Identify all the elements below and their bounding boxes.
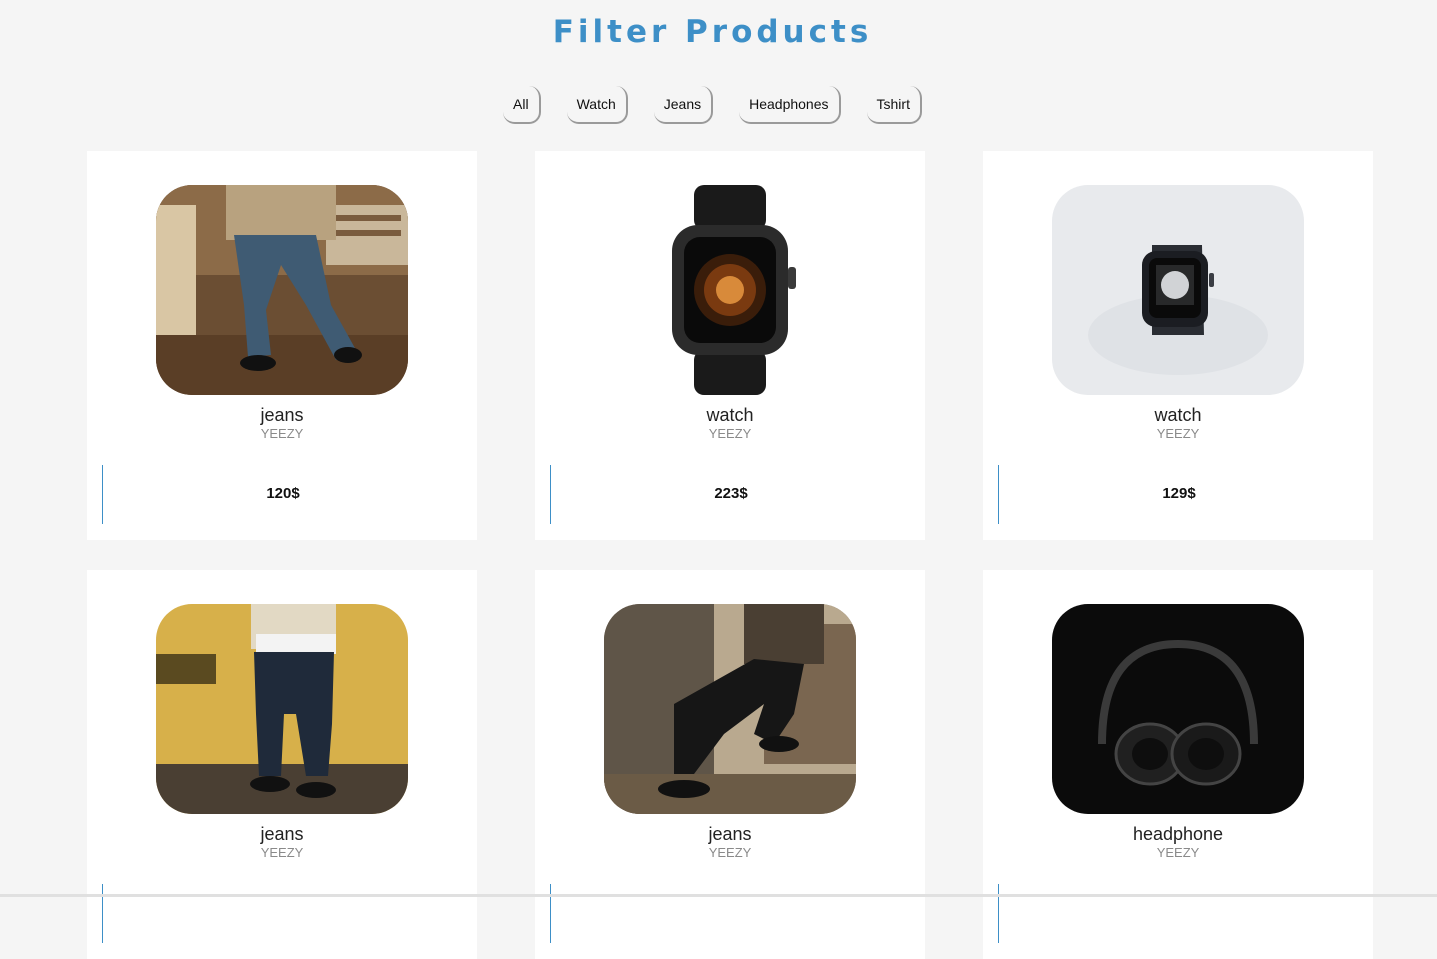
product-image <box>156 185 408 395</box>
product-name: jeans <box>708 824 752 844</box>
page-title: Filter Products <box>552 14 873 50</box>
price-section <box>102 884 463 943</box>
filter-headphones-button[interactable]: Headphones <box>739 86 841 124</box>
filter-watch-button[interactable]: Watch <box>566 86 628 124</box>
price-section <box>998 884 1359 943</box>
product-price: 129$ <box>1162 485 1196 502</box>
product-name: watch <box>1154 405 1202 425</box>
price-section <box>550 884 911 943</box>
product-card[interactable]: watch YEEZY 223$ <box>535 151 925 540</box>
product-card[interactable]: headphone YEEZY <box>983 570 1373 959</box>
product-card[interactable]: jeans YEEZY <box>87 570 477 959</box>
product-brand: YEEZY <box>708 426 752 441</box>
product-image <box>1052 604 1304 814</box>
product-brand: YEEZY <box>1156 426 1200 441</box>
product-card[interactable]: watch YEEZY 129$ <box>983 151 1373 540</box>
filter-tshirt-button[interactable]: Tshirt <box>866 86 922 124</box>
product-card[interactable]: jeans YEEZY 120$ <box>87 151 477 540</box>
price-section: 129$ <box>998 465 1359 524</box>
filter-all-button[interactable]: All <box>503 86 541 124</box>
product-grid: jeans YEEZY 120$ watch YEEZY 223$ watch … <box>87 151 1373 959</box>
product-name: jeans <box>260 405 304 425</box>
product-card[interactable]: jeans YEEZY <box>535 570 925 959</box>
product-name: watch <box>706 405 754 425</box>
product-name: headphone <box>1132 824 1224 844</box>
product-price: 223$ <box>714 485 748 502</box>
product-brand: YEEZY <box>1156 845 1200 860</box>
filter-bar: All Watch Jeans Headphones Tshirt <box>0 86 1425 124</box>
price-section: 223$ <box>550 465 911 524</box>
product-brand: YEEZY <box>260 426 304 441</box>
product-image <box>604 604 856 814</box>
filter-jeans-button[interactable]: Jeans <box>653 86 714 124</box>
product-image <box>1052 185 1304 395</box>
product-brand: YEEZY <box>260 845 304 860</box>
product-name: jeans <box>260 824 304 844</box>
product-brand: YEEZY <box>708 845 752 860</box>
product-price: 120$ <box>266 485 300 502</box>
product-image <box>156 604 408 814</box>
product-image <box>604 185 856 395</box>
price-section: 120$ <box>102 465 463 524</box>
